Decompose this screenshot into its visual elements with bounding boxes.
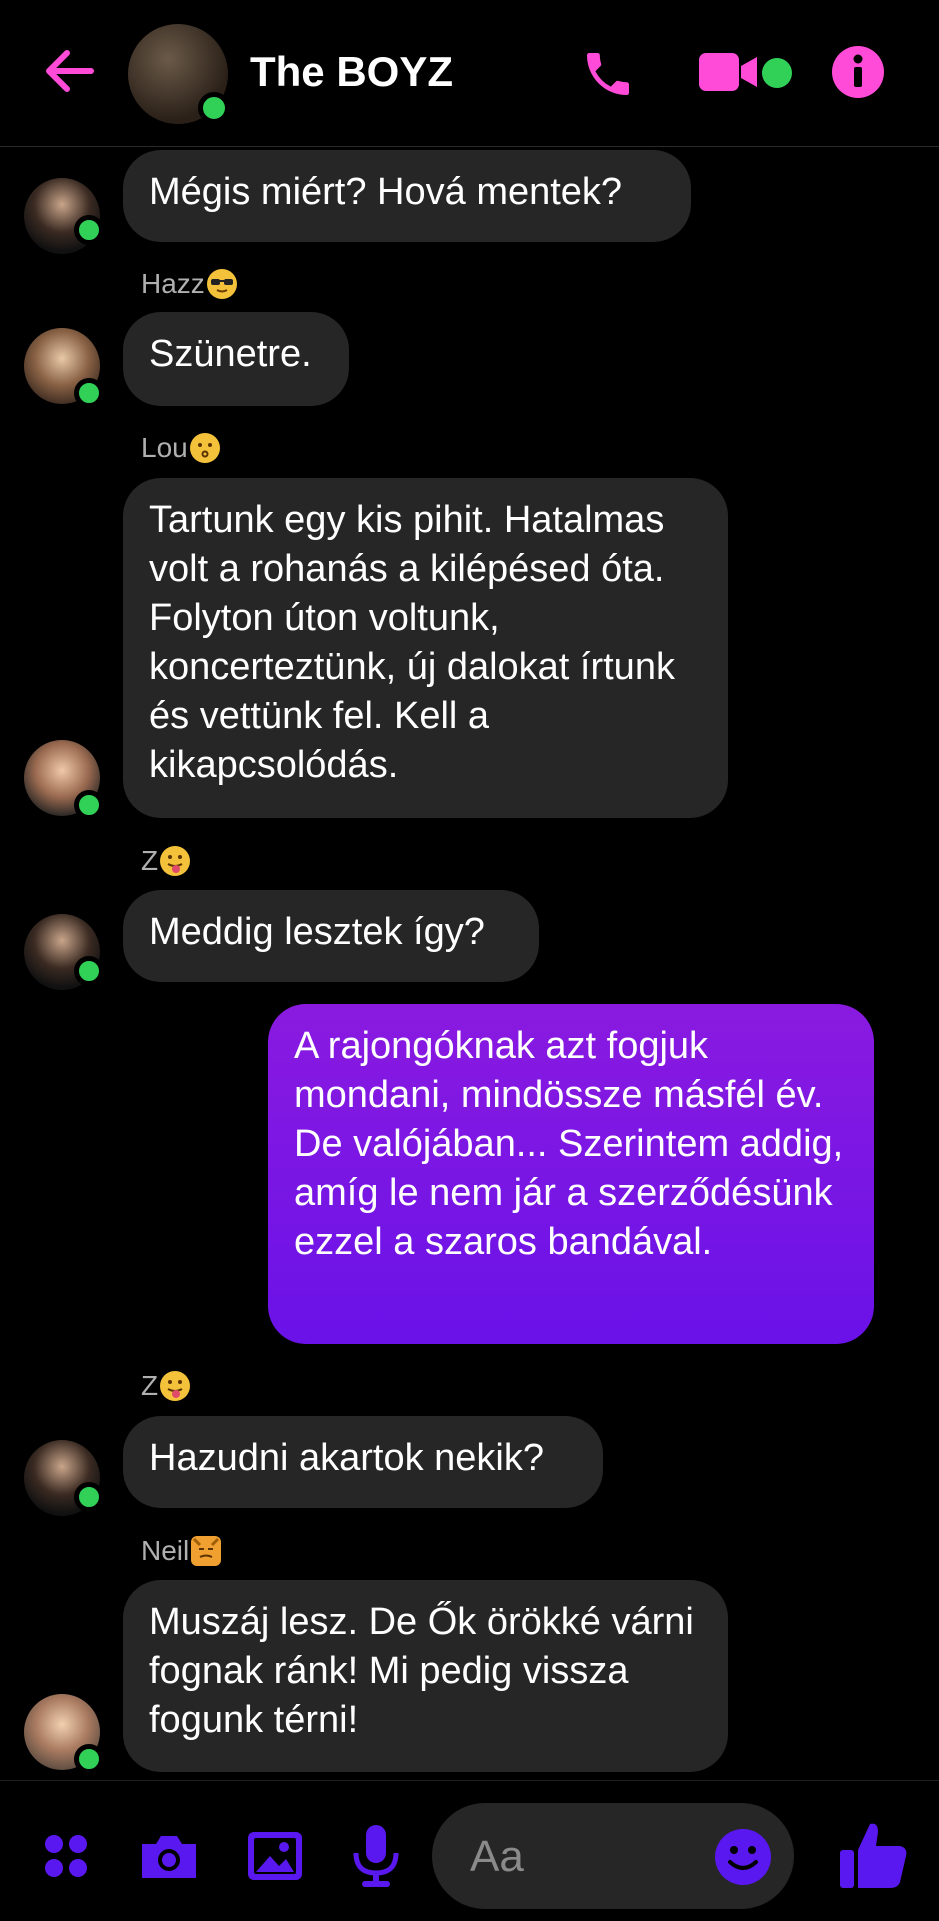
video-call-button[interactable] <box>694 46 764 98</box>
message-input-placeholder: Aa <box>470 1832 524 1881</box>
emoji-button[interactable] <box>712 1826 774 1888</box>
video-active-indicator <box>762 58 792 88</box>
chat-header: The BOYZ <box>0 0 939 147</box>
online-indicator <box>74 215 104 245</box>
like-button[interactable] <box>836 1816 912 1892</box>
microphone-icon <box>353 1825 399 1887</box>
info-icon <box>832 46 884 98</box>
sender-name: Lou <box>141 432 220 464</box>
message-bubble[interactable]: Szünetre. <box>123 312 349 406</box>
online-indicator <box>74 790 104 820</box>
kissing-emoji-icon <box>189 433 220 463</box>
thumbs-up-icon <box>840 1823 907 1888</box>
gallery-icon <box>248 1832 302 1880</box>
microphone-button[interactable] <box>346 1822 406 1890</box>
online-indicator <box>74 378 104 408</box>
back-arrow-icon <box>46 50 94 92</box>
sender-name: Hazz <box>141 268 237 300</box>
message-bubble[interactable]: Hazudni akartok nekik? <box>123 1416 603 1508</box>
back-button[interactable] <box>36 38 102 104</box>
sender-name: Z <box>141 845 191 877</box>
apps-icon <box>45 1835 87 1877</box>
group-online-indicator <box>198 92 230 124</box>
tongue-emoji-icon <box>160 1371 191 1401</box>
apps-button[interactable] <box>36 1826 96 1886</box>
sender-name: Z <box>141 1370 191 1402</box>
emoji-icon <box>715 1829 771 1885</box>
message-bubble[interactable]: Meddig lesztek így? <box>123 890 539 982</box>
phone-icon <box>587 53 629 95</box>
sender-name: Neil <box>141 1535 222 1567</box>
message-bubble[interactable]: Muszáj lesz. De Ők örökké várni fognak r… <box>123 1580 728 1772</box>
chat-title[interactable]: The BOYZ <box>250 48 453 96</box>
online-indicator <box>74 1482 104 1512</box>
message-bubble[interactable]: Mégis miért? Hová mentek? <box>123 150 691 242</box>
gallery-button[interactable] <box>244 1826 306 1886</box>
my-message-bubble[interactable]: A rajongóknak azt fogjuk mondani, mindös… <box>268 1004 874 1344</box>
message-bubble[interactable]: Tartunk egy kis pihit. Hatalmas volt a r… <box>123 478 728 818</box>
info-button[interactable] <box>830 44 886 100</box>
video-camera-icon <box>699 53 757 91</box>
online-indicator <box>74 1744 104 1774</box>
cat-emoji-icon <box>191 1536 222 1566</box>
camera-icon <box>142 1836 196 1878</box>
call-button[interactable] <box>578 44 638 104</box>
online-indicator <box>74 956 104 986</box>
sunglasses-emoji-icon <box>206 269 237 299</box>
camera-button[interactable] <box>136 1826 202 1886</box>
tongue-emoji-icon <box>160 846 191 876</box>
